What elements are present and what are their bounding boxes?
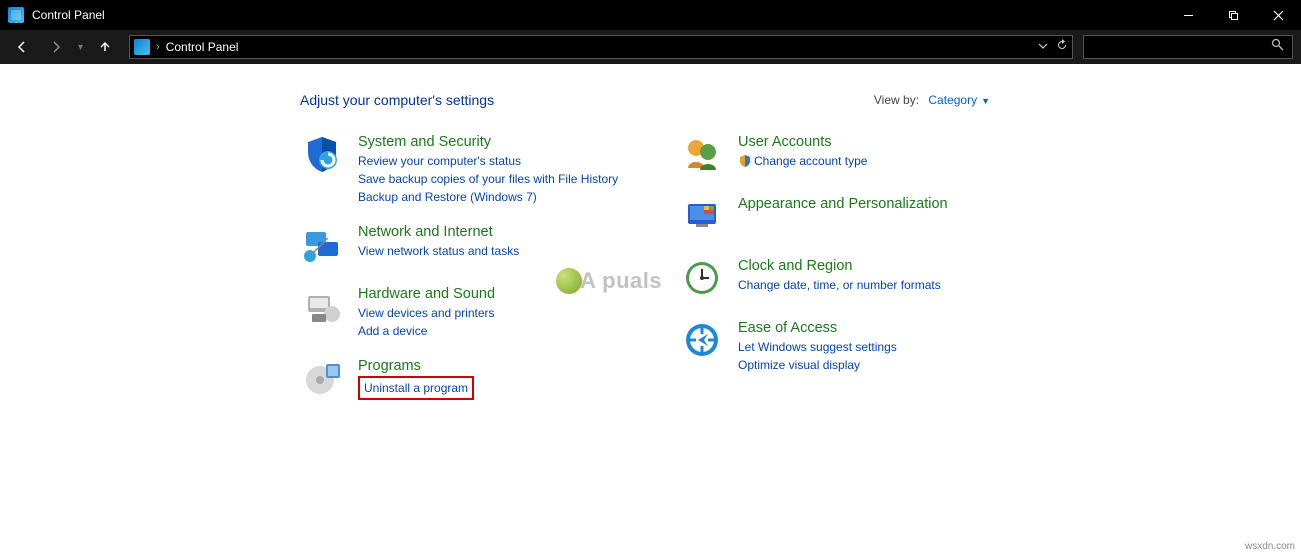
category-title[interactable]: System and Security	[358, 134, 620, 150]
highlight-box: Uninstall a program	[358, 376, 474, 400]
address-icon	[134, 39, 150, 55]
breadcrumb[interactable]: Control Panel	[166, 40, 239, 54]
category-clock: Clock and Region Change date, time, or nu…	[680, 258, 1000, 302]
category-shield: System and Security Review your computer'…	[300, 134, 620, 206]
category-link[interactable]: Uninstall a program	[358, 376, 620, 400]
ease-icon[interactable]	[680, 320, 724, 364]
forward-button[interactable]	[42, 33, 70, 61]
content: Adjust your computer's settings View by:…	[0, 64, 1301, 536]
category-title[interactable]: Programs	[358, 358, 620, 374]
category-link[interactable]: Backup and Restore (Windows 7)	[358, 188, 620, 206]
view-by-label: View by:	[874, 93, 919, 107]
app-icon	[8, 7, 24, 23]
programs-icon[interactable]	[300, 358, 344, 402]
shield-icon[interactable]	[300, 134, 344, 178]
category-appearance: Appearance and Personalization	[680, 196, 1000, 240]
navbar: ▾ › Control Panel	[0, 30, 1301, 64]
category-link[interactable]: View devices and printers	[358, 304, 620, 322]
category-link[interactable]: Change date, time, or number formats	[738, 276, 1000, 294]
shield-badge-icon	[738, 154, 752, 173]
history-dropdown[interactable]: ▾	[76, 42, 85, 53]
network-icon[interactable]	[300, 224, 344, 268]
clock-icon[interactable]	[680, 258, 724, 302]
category-title[interactable]: Clock and Region	[738, 258, 1000, 274]
minimize-button[interactable]	[1166, 0, 1211, 30]
window-title: Control Panel	[32, 8, 105, 22]
page-title: Adjust your computer's settings	[300, 92, 494, 108]
chevron-down-icon[interactable]: ▼	[981, 96, 990, 106]
refresh-button[interactable]	[1056, 38, 1068, 56]
back-button[interactable]	[8, 33, 36, 61]
category-title[interactable]: Hardware and Sound	[358, 286, 620, 302]
category-column-left: System and Security Review your computer'…	[300, 134, 620, 420]
category-hardware: Hardware and Sound View devices and print…	[300, 286, 620, 340]
users-icon[interactable]	[680, 134, 724, 178]
view-by-value[interactable]: Category	[928, 93, 977, 107]
category-link[interactable]: Add a device	[358, 322, 620, 340]
credit: wsxdn.com	[1245, 541, 1295, 552]
hardware-icon[interactable]	[300, 286, 344, 330]
window-controls	[1166, 0, 1301, 30]
maximize-button[interactable]	[1211, 0, 1256, 30]
category-title[interactable]: User Accounts	[738, 134, 1000, 150]
category-link[interactable]: Change account type	[738, 152, 1000, 173]
up-button[interactable]	[91, 33, 119, 61]
view-by: View by: Category ▼	[874, 93, 990, 107]
category-title[interactable]: Network and Internet	[358, 224, 620, 240]
category-link[interactable]: Save backup copies of your files with Fi…	[358, 170, 620, 188]
search-input[interactable]	[1083, 35, 1293, 59]
category-link[interactable]: Let Windows suggest settings	[738, 338, 1000, 356]
breadcrumb-separator-icon: ›	[156, 41, 160, 53]
category-users: User Accounts Change account type	[680, 134, 1000, 178]
address-bar[interactable]: › Control Panel	[129, 35, 1073, 59]
titlebar: Control Panel	[0, 0, 1301, 30]
category-link[interactable]: View network status and tasks	[358, 242, 620, 260]
category-link[interactable]: Optimize visual display	[738, 356, 1000, 374]
category-network: Network and Internet View network status …	[300, 224, 620, 268]
appearance-icon[interactable]	[680, 196, 724, 240]
address-dropdown-icon[interactable]	[1038, 38, 1048, 56]
search-icon	[1271, 38, 1284, 56]
category-link[interactable]: Review your computer's status	[358, 152, 620, 170]
category-ease: Ease of Access Let Windows suggest settin…	[680, 320, 1000, 374]
category-title[interactable]: Ease of Access	[738, 320, 1000, 336]
category-programs: Programs Uninstall a program	[300, 358, 620, 402]
category-column-right: User Accounts Change account type Appearan…	[680, 134, 1000, 420]
close-button[interactable]	[1256, 0, 1301, 30]
category-title[interactable]: Appearance and Personalization	[738, 196, 1000, 212]
